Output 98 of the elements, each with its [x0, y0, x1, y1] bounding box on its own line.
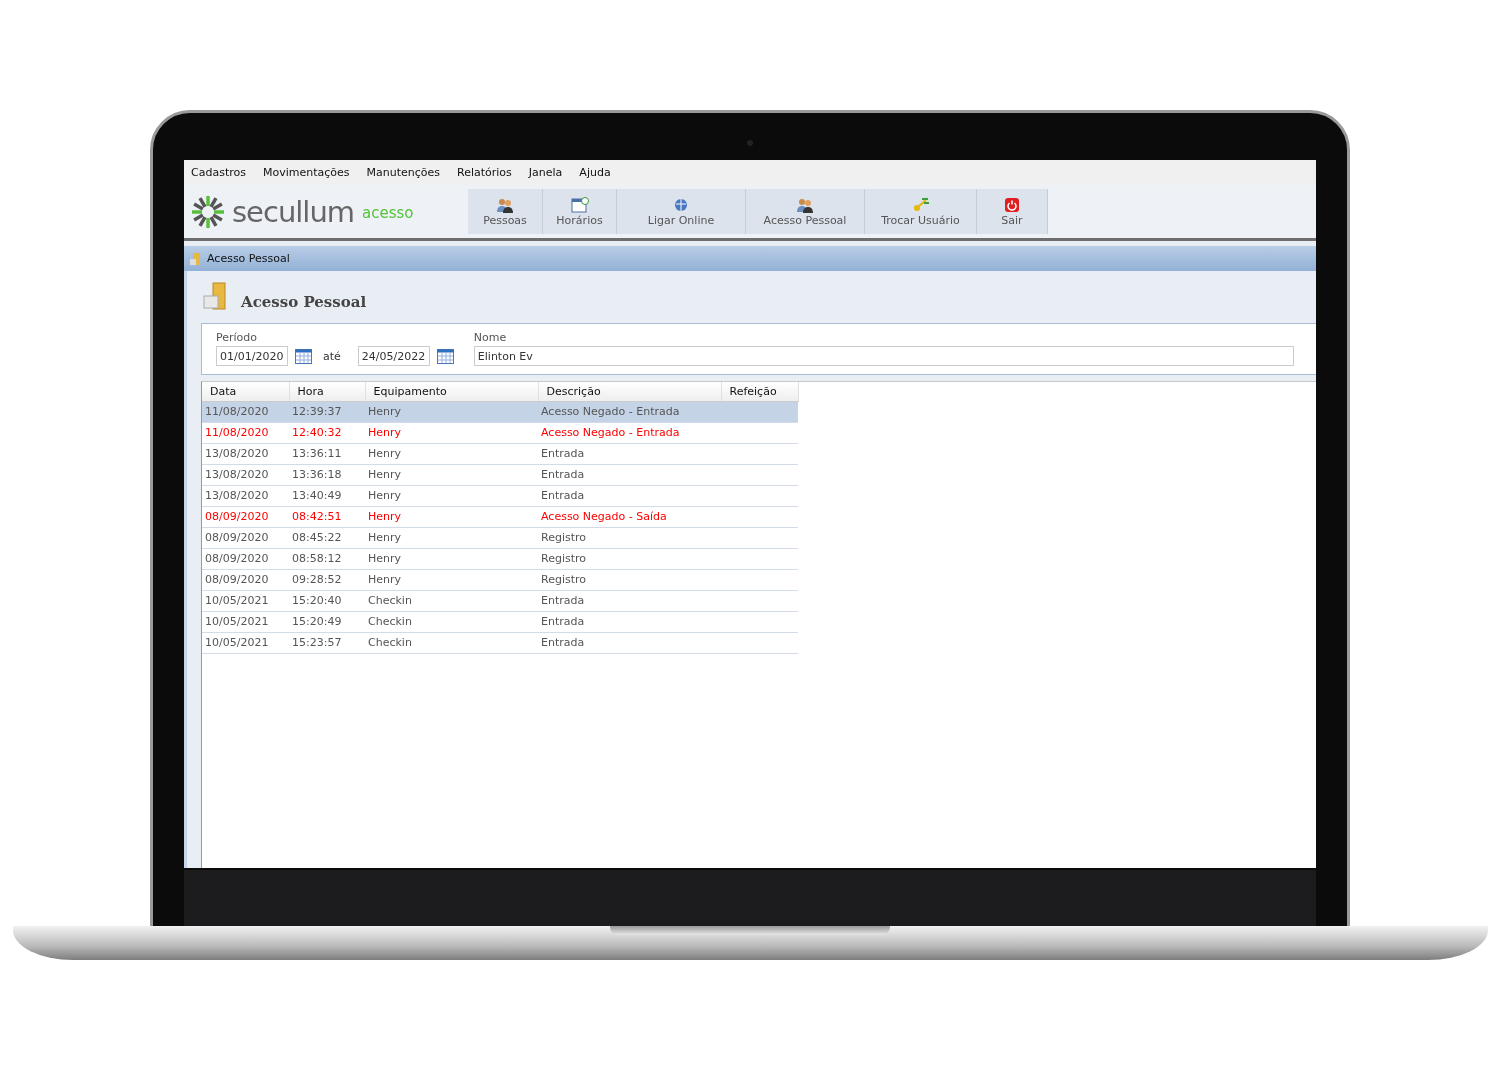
brand-name: secullum	[232, 194, 355, 229]
calendar-icon[interactable]	[436, 348, 454, 364]
table-row[interactable]: 10/05/2021 15:20:49 Checkin Entrada	[202, 611, 798, 632]
date-field[interactable]: 24/05/2022	[357, 346, 430, 366]
date-field[interactable]: 01/01/2020	[216, 346, 288, 366]
menu-item[interactable]: Cadastros	[191, 166, 255, 179]
field-label: Nome	[473, 331, 508, 344]
table-cell: 13/08/2020	[202, 485, 289, 506]
table-cell: Entrada	[538, 590, 721, 611]
table-cell: Henry	[365, 485, 538, 506]
table-cell: 13:36:11	[289, 443, 365, 464]
toolbar-button[interactable]: Pessoas	[468, 189, 543, 234]
people-icon	[796, 196, 814, 213]
keys-icon	[911, 196, 930, 213]
table-cell: Registro	[538, 548, 721, 569]
table-cell: 10/05/2021	[202, 590, 289, 611]
table-row[interactable]: 11/08/2020 12:39:37 Henry Acesso Negado - Entrada	[202, 401, 798, 422]
table-cell: 11/08/2020	[202, 422, 289, 443]
power-icon	[1004, 196, 1020, 213]
menu-item[interactable]: Relatórios	[457, 166, 521, 179]
table-cell: 11/08/2020	[202, 401, 289, 422]
people-icon	[496, 196, 514, 213]
table-cell: Acesso Negado - Saída	[538, 506, 721, 527]
table-cell: 10/05/2021	[202, 611, 289, 632]
table-cell: 13:40:49	[289, 485, 365, 506]
table-cell: Registro	[538, 527, 721, 548]
table-cell: 08/09/2020	[202, 506, 289, 527]
globe-icon	[673, 196, 689, 213]
column-header[interactable]: Descrição	[538, 382, 721, 401]
table-row[interactable]: 13/08/2020 13:40:49 Henry Entrada	[202, 485, 798, 506]
table-cell: Acesso Negado - Entrada	[538, 401, 721, 422]
table-cell: 08/09/2020	[202, 569, 289, 590]
menu-item[interactable]: Ajuda	[579, 166, 620, 179]
folder-icon	[190, 251, 202, 266]
window-title: Acesso Pessoal	[207, 252, 290, 265]
toolbar-button[interactable]: Horários	[543, 189, 617, 234]
table-cell: 13:36:18	[289, 464, 365, 485]
separator-text: até	[323, 349, 341, 363]
table-cell: 15:23:57	[289, 632, 365, 653]
starburst-logo-icon	[190, 193, 226, 230]
table-cell: 12:39:37	[289, 401, 365, 422]
table-row[interactable]: 13/08/2020 13:36:18 Henry Entrada	[202, 464, 798, 485]
table-cell: Henry	[365, 401, 538, 422]
table-cell: Checkin	[365, 632, 538, 653]
menu-item[interactable]: Manutenções	[366, 166, 450, 179]
table-cell: Acesso Negado - Entrada	[538, 422, 721, 443]
table-cell: 15:20:40	[289, 590, 365, 611]
table-row[interactable]: 08/09/2020 09:28:52 Henry Registro	[202, 569, 798, 590]
table-cell: Registro	[538, 569, 721, 590]
table-cell: 10/05/2021	[202, 632, 289, 653]
column-header[interactable]: Equipamento	[365, 382, 538, 401]
table-row[interactable]: 10/05/2021 15:20:40 Checkin Entrada	[202, 590, 798, 611]
table-cell: Henry	[365, 569, 538, 590]
table-cell: Henry	[365, 422, 538, 443]
page-heading: Acesso Pessoal	[241, 293, 367, 311]
table-cell: 08:58:12	[289, 548, 365, 569]
table-row[interactable]: 10/05/2021 15:23:57 Checkin Entrada	[202, 632, 798, 653]
table-cell: 08:45:22	[289, 527, 365, 548]
table-cell: 13/08/2020	[202, 443, 289, 464]
table-cell: Entrada	[538, 632, 721, 653]
table-cell: 15:20:49	[289, 611, 365, 632]
column-header[interactable]: Hora	[289, 382, 365, 401]
folder-icon	[203, 282, 229, 312]
table-cell: Henry	[365, 506, 538, 527]
toolbar-button[interactable]: Trocar Usuário	[865, 189, 977, 234]
table-row[interactable]: 08/09/2020 08:58:12 Henry Registro	[202, 548, 798, 569]
table-cell: Henry	[365, 527, 538, 548]
column-header[interactable]: Data	[202, 382, 289, 401]
table-cell: 13/08/2020	[202, 464, 289, 485]
name-field[interactable]: Elinton Ev	[473, 346, 1294, 366]
table-cell: 08:42:51	[289, 506, 365, 527]
table-row[interactable]: 08/09/2020 08:42:51 Henry Acesso Negado - Saída	[202, 506, 798, 527]
calendar-icon[interactable]	[295, 348, 312, 364]
table-cell: Henry	[365, 443, 538, 464]
table-cell: 09:28:52	[289, 569, 365, 590]
product-name: acesso	[362, 204, 414, 222]
table-cell: Entrada	[538, 443, 721, 464]
table-cell: Checkin	[365, 590, 538, 611]
table-cell: Entrada	[538, 485, 721, 506]
toolbar-button[interactable]: Sair	[977, 189, 1048, 234]
toolbar-button[interactable]: Ligar Online	[617, 189, 746, 234]
column-header[interactable]: Refeição	[721, 382, 798, 401]
table-cell: Checkin	[365, 611, 538, 632]
table-row[interactable]: 11/08/2020 12:40:32 Henry Acesso Negado - Entrada	[202, 422, 798, 443]
table-row[interactable]: 08/09/2020 08:45:22 Henry Registro	[202, 527, 798, 548]
table-row[interactable]: 13/08/2020 13:36:11 Henry Entrada	[202, 443, 798, 464]
table-cell: Henry	[365, 464, 538, 485]
calendar-icon	[570, 196, 589, 213]
table-cell: Entrada	[538, 611, 721, 632]
field-label: Período	[216, 331, 259, 344]
menu-item[interactable]: Movimentações	[262, 166, 359, 179]
table-cell: 12:40:32	[289, 422, 365, 443]
table-cell: Henry	[365, 548, 538, 569]
toolbar-button[interactable]: Acesso Pessoal	[746, 189, 865, 234]
table-cell: Entrada	[538, 464, 721, 485]
table-cell: 08/09/2020	[202, 527, 289, 548]
menu-item[interactable]: Janela	[528, 166, 572, 179]
table-cell: 08/09/2020	[202, 548, 289, 569]
